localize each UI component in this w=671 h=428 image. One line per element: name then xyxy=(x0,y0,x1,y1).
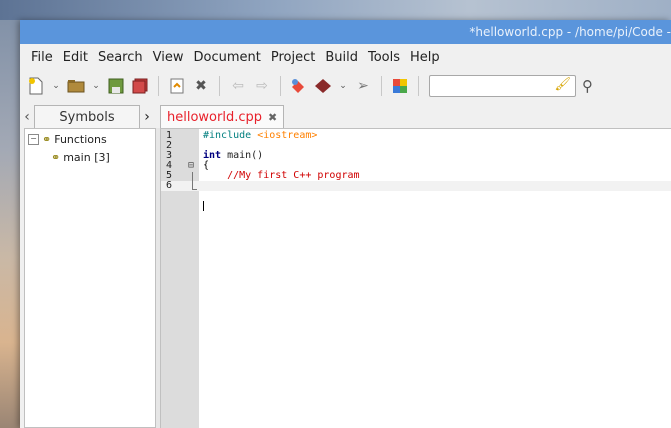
code-lines: 1 #include <iostream> 2 3 int main() 4 ⊟… xyxy=(161,131,671,211)
menu-search[interactable]: Search xyxy=(93,50,148,65)
menu-tools[interactable]: Tools xyxy=(363,50,405,65)
fold-marker-icon[interactable]: ⊟ xyxy=(188,161,194,171)
new-file-icon[interactable] xyxy=(26,76,46,96)
code-line: 3 int main() xyxy=(161,151,671,161)
close-tab-icon[interactable]: ✖ xyxy=(268,111,277,124)
send-icon[interactable]: ➢ xyxy=(353,76,373,96)
menu-document[interactable]: Document xyxy=(188,50,265,65)
toolbar-separator xyxy=(158,76,159,96)
clear-icon[interactable]: 🖌 xyxy=(554,77,571,92)
tab-symbols[interactable]: Symbols xyxy=(34,105,140,128)
main-area: ‹ Symbols › − ⚭ Functions ⚭ main [3] hel… xyxy=(20,104,671,428)
toolbar: ⌄ ⌄ ✖ ⇦ ⇨ ⌄ ➢ 🖌 ⚲ xyxy=(20,70,671,102)
toolbar-separator xyxy=(219,76,220,96)
close-icon[interactable]: ✖ xyxy=(191,76,211,96)
tab-label: helloworld.cpp xyxy=(167,109,262,125)
sidebar-tabs: ‹ Symbols › xyxy=(20,104,156,128)
window-title: *helloworld.cpp - /home/pi/Code - xyxy=(469,25,671,39)
chevron-left-icon[interactable]: ‹ xyxy=(20,106,34,128)
tree-group-functions[interactable]: − ⚭ Functions xyxy=(25,130,155,148)
menu-file[interactable]: File xyxy=(26,50,58,65)
symbol-tree: − ⚭ Functions ⚭ main [3] xyxy=(24,128,156,428)
menu-edit[interactable]: Edit xyxy=(58,50,93,65)
code-area[interactable]: 1 #include <iostream> 2 3 int main() 4 ⊟… xyxy=(160,128,671,428)
chevron-down-icon[interactable]: ⌄ xyxy=(50,81,62,91)
search-icon[interactable]: ⚲ xyxy=(582,77,593,95)
toolbar-separator xyxy=(418,76,419,96)
desktop-background xyxy=(0,0,671,20)
chevron-right-icon[interactable]: › xyxy=(140,106,154,128)
menu-project[interactable]: Project xyxy=(266,50,320,65)
editor-tabs: helloworld.cpp ✖ xyxy=(160,104,671,128)
tree-item-label: main [3] xyxy=(63,150,110,164)
line-text: #include <iostream> xyxy=(203,130,318,141)
toolbar-separator xyxy=(381,76,382,96)
geany-window: *helloworld.cpp - /home/pi/Code - File E… xyxy=(20,20,671,428)
tab-helloworld[interactable]: helloworld.cpp ✖ xyxy=(160,105,285,128)
fold-guide xyxy=(192,172,193,189)
fold-guide-end xyxy=(192,189,197,190)
forward-icon[interactable]: ⇨ xyxy=(252,76,272,96)
code-line: 5 //My first C++ program xyxy=(161,171,671,181)
save-all-icon[interactable] xyxy=(130,76,150,96)
open-file-icon[interactable] xyxy=(66,76,86,96)
text-caret xyxy=(203,201,204,211)
line-text: //My first C++ program xyxy=(203,170,360,181)
save-icon[interactable] xyxy=(106,76,126,96)
build-icon[interactable] xyxy=(313,76,333,96)
collapse-icon[interactable]: − xyxy=(28,133,39,145)
editor: helloworld.cpp ✖ 1 #include <iostream> 2… xyxy=(160,104,671,428)
menu-build[interactable]: Build xyxy=(320,50,363,65)
back-icon[interactable]: ⇦ xyxy=(228,76,248,96)
sidebar: ‹ Symbols › − ⚭ Functions ⚭ main [3] xyxy=(20,104,156,428)
tree-item-main[interactable]: ⚭ main [3] xyxy=(25,148,155,166)
title-bar[interactable]: *helloworld.cpp - /home/pi/Code - xyxy=(20,20,671,44)
code-line: 1 #include <iostream> xyxy=(161,131,671,141)
menu-bar: File Edit Search View Document Project B… xyxy=(20,44,671,70)
chevron-down-icon[interactable]: ⌄ xyxy=(337,81,349,91)
line-text: int main() xyxy=(203,150,264,161)
toolbar-separator xyxy=(280,76,281,96)
code-line-current: 6 xyxy=(161,180,671,211)
tree-group-label: Functions xyxy=(54,132,107,146)
menu-help[interactable]: Help xyxy=(405,50,445,65)
compile-icon[interactable] xyxy=(289,76,309,96)
line-number: 6 xyxy=(166,180,173,191)
search-input[interactable]: 🖌 xyxy=(429,75,576,97)
chevron-down-icon[interactable]: ⌄ xyxy=(90,81,102,91)
revert-icon[interactable] xyxy=(167,76,187,96)
functions-icon: ⚭ xyxy=(42,132,52,146)
function-icon: ⚭ xyxy=(51,150,61,164)
color-chooser-icon[interactable] xyxy=(390,76,410,96)
menu-view[interactable]: View xyxy=(148,50,189,65)
